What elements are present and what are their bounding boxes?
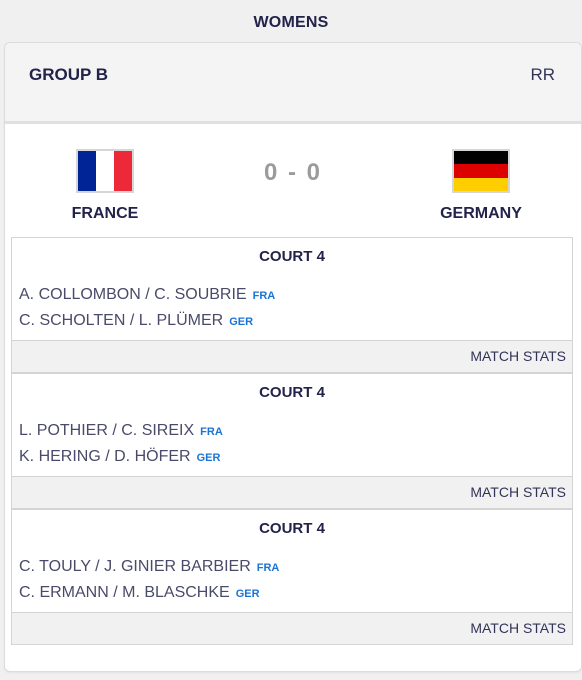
pair-a-country-code: FRA [256, 562, 280, 574]
court-label: COURT 4 [259, 520, 325, 537]
pair-a: A. COLLOMBON / C. SOUBRIE FRA [19, 286, 275, 304]
group-name: GROUP B [29, 65, 109, 84]
match-stats-link[interactable]: MATCH STATS [470, 348, 566, 364]
pair-b-players: K. HERING / D. HÖFER [19, 448, 191, 465]
pair-b-country-code: GER [196, 452, 221, 464]
away-team-name: GERMANY [440, 205, 522, 222]
pair-b-players: C. SCHOLTEN / L. PLÜMER [19, 312, 224, 329]
match-stats-link[interactable]: MATCH STATS [470, 484, 566, 500]
germany-flag-icon [452, 149, 510, 193]
match-card: COURT 4 L. POTHIER / C. SIREIX FRA K. HER… [11, 373, 573, 509]
match-stats-bar: MATCH STATS [12, 612, 572, 644]
pair-b-players: C. ERMANN / M. BLASCHKE [19, 584, 230, 601]
pair-a-country-code: FRA [252, 290, 276, 302]
match-stats-link[interactable]: MATCH STATS [470, 620, 566, 636]
pair-b-country-code: GER [229, 316, 254, 328]
group-header: GROUP B RR [5, 43, 581, 124]
pair-b: C. SCHOLTEN / L. PLÜMER GER [19, 312, 253, 330]
tie-card: GROUP B RR FRANCE 0 - 0 GERMANY COURT 4 … [4, 42, 582, 672]
match-card: COURT 4 C. TOULY / J. GINIER BARBIER FRA … [11, 509, 573, 645]
match-card: COURT 4 A. COLLOMBON / C. SOUBRIE FRA C. … [11, 237, 573, 373]
pair-a-players: L. POTHIER / C. SIREIX [19, 422, 195, 439]
pair-a: L. POTHIER / C. SIREIX FRA [19, 422, 223, 440]
match-stats-bar: MATCH STATS [12, 476, 572, 508]
pair-a-country-code: FRA [200, 426, 223, 438]
section-title: WOMENS [253, 14, 329, 31]
pair-a: C. TOULY / J. GINIER BARBIER FRA [19, 558, 279, 576]
court-label: COURT 4 [259, 384, 325, 401]
pair-a-players: A. COLLOMBON / C. SOUBRIE [19, 286, 247, 303]
match-stats-bar: MATCH STATS [12, 340, 572, 372]
pair-b: C. ERMANN / M. BLASCHKE GER [19, 584, 260, 602]
court-label: COURT 4 [259, 248, 325, 265]
away-team: GERMANY [421, 149, 541, 223]
pair-b-country-code: GER [235, 588, 260, 600]
pair-a-players: C. TOULY / J. GINIER BARBIER [19, 558, 251, 575]
pair-b: K. HERING / D. HÖFER GER [19, 448, 220, 466]
home-team-name: FRANCE [71, 205, 139, 222]
group-type: RR [530, 65, 555, 84]
